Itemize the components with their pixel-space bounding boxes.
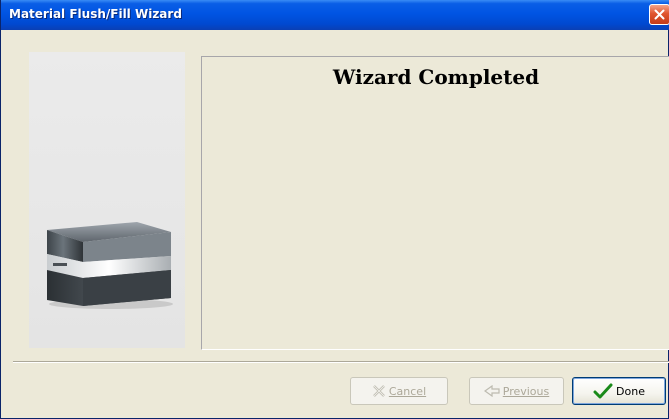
done-label: Done	[616, 384, 645, 398]
wizard-content-panel: Wizard Completed	[201, 56, 669, 350]
cancel-x-icon	[373, 385, 385, 397]
window-title: Material Flush/Fill Wizard	[9, 7, 182, 21]
close-icon	[654, 9, 665, 20]
checkmark-icon	[593, 383, 613, 399]
printer-icon	[47, 222, 173, 309]
previous-label: Previous	[502, 384, 550, 398]
cancel-button[interactable]: Cancel	[350, 377, 448, 405]
wizard-heading: Wizard Completed	[332, 65, 540, 89]
wizard-window: Material Flush/Fill Wizard Wizard Comple…	[0, 0, 669, 419]
cancel-label: Cancel	[388, 384, 427, 398]
close-button[interactable]	[649, 4, 669, 25]
done-button[interactable]: Done	[572, 377, 666, 405]
title-bar[interactable]: Material Flush/Fill Wizard	[1, 0, 669, 30]
wizard-image-panel	[29, 52, 185, 348]
previous-arrow-icon	[483, 385, 500, 397]
button-separator	[13, 361, 669, 363]
previous-button[interactable]: Previous	[469, 377, 564, 405]
